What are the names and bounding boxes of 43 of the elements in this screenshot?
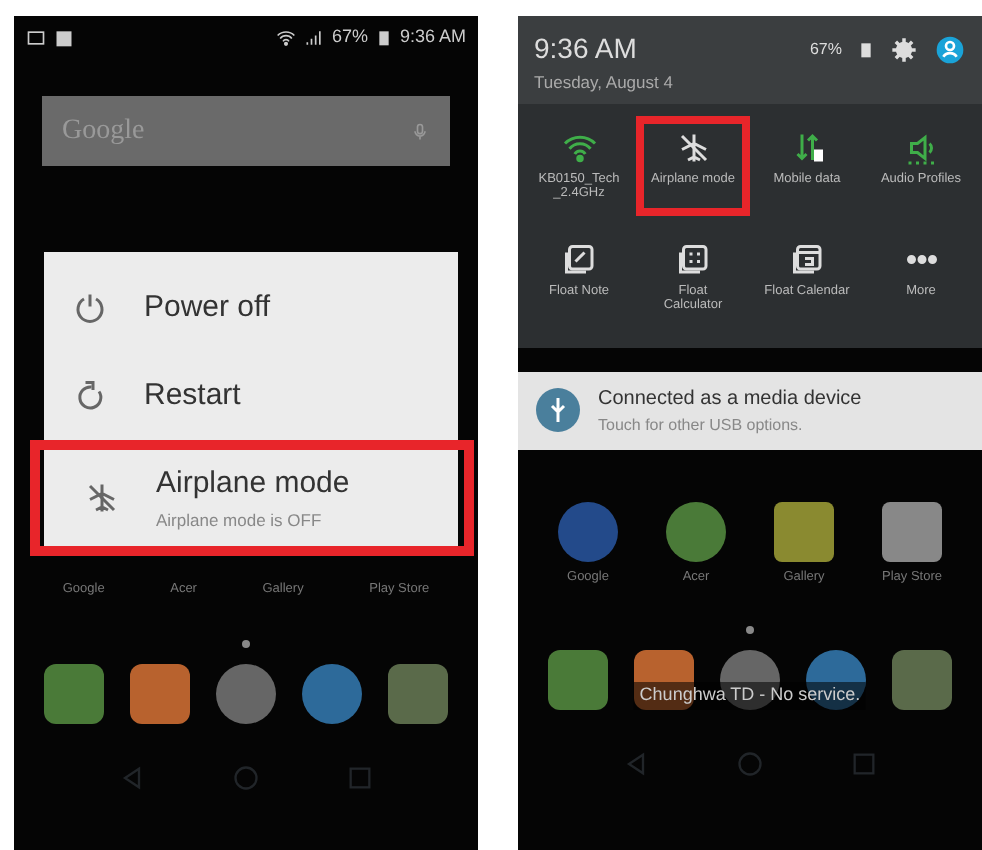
app-icon[interactable] bbox=[882, 501, 942, 562]
settings-icon[interactable] bbox=[890, 35, 918, 63]
menu-item[interactable]: Airplane mode Airplane mode is OFF bbox=[30, 440, 474, 556]
page-indicator bbox=[746, 626, 754, 635]
camera-app-icon[interactable] bbox=[388, 663, 449, 724]
account-icon[interactable] bbox=[934, 33, 966, 65]
notification-text: Touch for other USB options. bbox=[598, 413, 805, 438]
speaker-icon bbox=[903, 129, 939, 166]
note-icon bbox=[561, 241, 597, 278]
battery-percent: 67% bbox=[331, 24, 368, 51]
wifi-icon bbox=[275, 28, 296, 48]
carrier-status-text: Chunghwa TD - No service. bbox=[633, 682, 867, 710]
status-time: 9:36 AM bbox=[399, 24, 466, 51]
phone-app-icon[interactable] bbox=[547, 650, 608, 711]
microphone-icon bbox=[410, 119, 430, 143]
airplane-off-icon bbox=[675, 129, 711, 166]
calendar-icon bbox=[789, 241, 825, 278]
header-date: Tuesday, August 4 bbox=[534, 70, 675, 96]
camera-app-icon[interactable] bbox=[892, 650, 953, 711]
more-icon bbox=[903, 251, 939, 267]
header-time: 9:36 AM bbox=[534, 30, 637, 68]
notification-card[interactable]: Connected as a media device Touch for other USB options. bbox=[518, 371, 982, 450]
menu-item-label: Airplane mode bbox=[156, 464, 350, 505]
notification-title: Connected as a media device bbox=[598, 385, 862, 414]
menu-item-subtitle: Airplane mode is OFF bbox=[156, 507, 324, 534]
power-icon bbox=[72, 290, 108, 326]
app-icon[interactable] bbox=[774, 501, 834, 562]
menu-item-label: Restart bbox=[144, 375, 241, 416]
menu-item[interactable]: Power off bbox=[44, 264, 458, 352]
page-indicator bbox=[242, 639, 250, 648]
battery-icon bbox=[858, 37, 874, 61]
usb-icon bbox=[534, 386, 582, 435]
app-icon[interactable] bbox=[666, 501, 726, 562]
menu-item-label: Power off bbox=[144, 287, 271, 328]
phone-app-icon[interactable] bbox=[43, 663, 104, 724]
airplane-off-icon bbox=[84, 480, 120, 516]
battery-percent: 67% bbox=[809, 37, 842, 61]
screenshot-icon bbox=[26, 28, 46, 48]
signal-icon bbox=[303, 28, 324, 48]
restart-icon bbox=[72, 378, 108, 414]
menu-item[interactable]: Restart bbox=[44, 352, 458, 440]
battery-icon bbox=[375, 28, 392, 48]
calculator-icon bbox=[675, 241, 711, 278]
